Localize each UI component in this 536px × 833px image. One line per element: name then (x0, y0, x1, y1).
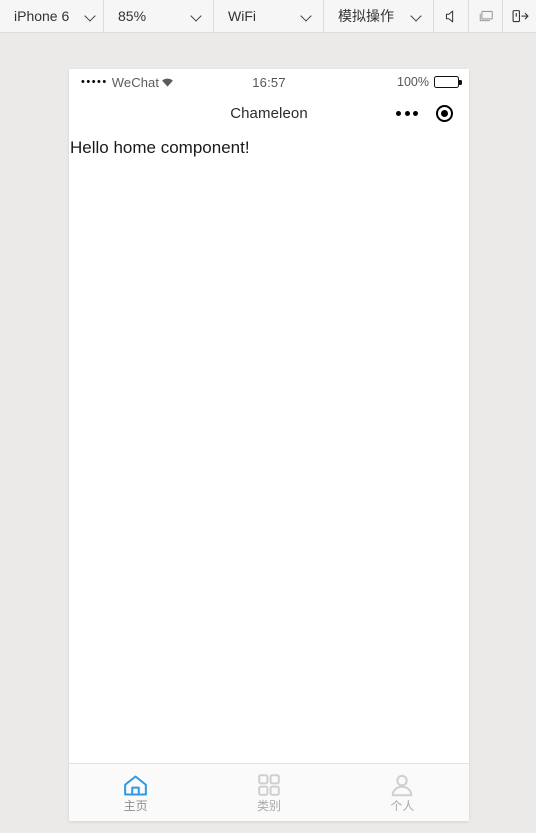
grid-icon (258, 773, 280, 797)
chevron-down-icon (191, 10, 203, 22)
display-icon (479, 10, 493, 21)
zoom-select-label: 85% (118, 8, 147, 24)
status-bar-right: 100% (397, 75, 462, 89)
chevron-down-icon (411, 10, 423, 22)
chevron-down-icon (85, 10, 97, 22)
tab-home[interactable]: 主页 (69, 764, 202, 821)
speaker-icon (445, 10, 453, 22)
signal-dots-icon: ••••• (81, 75, 108, 88)
wifi-icon (161, 77, 174, 88)
rotate-device-icon-button[interactable] (502, 0, 536, 33)
target-circle-icon[interactable] (436, 104, 453, 122)
phone-status-bar: ••••• WeChat 16:57 100% (69, 69, 469, 95)
hello-text: Hello home component! (70, 138, 250, 157)
tab-category[interactable]: 类别 (202, 764, 335, 821)
phone-nav-bar: Chameleon (69, 95, 469, 131)
phone-frame: ••••• WeChat 16:57 100% Chameleon Hello … (69, 69, 469, 821)
carrier-label: WeChat (111, 74, 160, 90)
simulate-action-select[interactable]: 模拟操作 (324, 0, 434, 32)
display-icon-button[interactable] (468, 0, 502, 33)
simulate-action-label: 模拟操作 (338, 8, 394, 24)
tab-home-label: 主页 (123, 799, 148, 813)
battery-full-icon (434, 76, 462, 88)
rotate-device-icon (512, 10, 529, 23)
phone-tab-bar: 主页 类别 个人 (69, 763, 469, 821)
speaker-icon-button[interactable] (434, 0, 468, 33)
tab-profile-label: 个人 (390, 799, 415, 813)
device-select-label: iPhone 6 (14, 8, 70, 24)
device-select[interactable]: iPhone 6 (0, 0, 104, 32)
wechat-capsule (396, 104, 453, 122)
tab-category-label: 类别 (256, 799, 281, 813)
tab-profile[interactable]: 个人 (336, 764, 469, 821)
more-dots-icon[interactable] (396, 110, 418, 116)
simulator-stage: ••••• WeChat 16:57 100% Chameleon Hello … (0, 33, 536, 833)
zoom-select[interactable]: 85% (104, 0, 214, 32)
chevron-down-icon (301, 10, 313, 22)
home-icon (123, 773, 148, 797)
simulator-toolbar: iPhone 6 85% WiFi 模拟操作 (0, 0, 536, 33)
toolbar-icon-group (434, 0, 536, 33)
person-icon (390, 773, 414, 797)
network-select[interactable]: WiFi (214, 0, 324, 32)
network-select-label: WiFi (228, 8, 256, 24)
status-bar-left: ••••• WeChat (81, 75, 174, 90)
page-content: Hello home component! (69, 131, 469, 763)
battery-percent-label: 100% (397, 75, 429, 89)
